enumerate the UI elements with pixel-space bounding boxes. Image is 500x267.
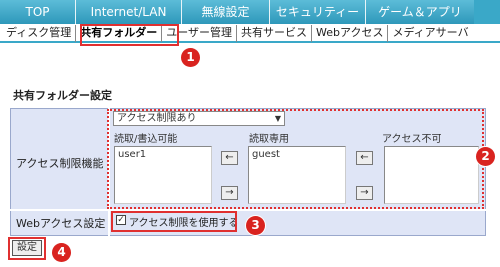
panel-divider-horizontal (10, 209, 486, 211)
nav-internet-lan[interactable]: Internet/LAN (76, 0, 182, 24)
badge-1: 1 (181, 48, 200, 67)
nav-security[interactable]: セキュリティー (270, 0, 366, 24)
nav-game-apps[interactable]: ゲーム＆アプリ (366, 0, 474, 24)
highlight-shared-folder-tab (80, 24, 179, 46)
nav-wireless[interactable]: 無線設定 (182, 0, 270, 24)
top-nav: TOP Internet/LAN 無線設定 セキュリティー ゲーム＆アプリ (0, 0, 500, 24)
nav-top[interactable]: TOP (0, 0, 76, 24)
highlight-web-access-checkbox (111, 211, 237, 232)
tab-share-service[interactable]: 共有サービス (237, 25, 313, 42)
sub-nav: ディスク管理 共有フォルダー ユーザー管理 共有サービス Webアクセス メディ… (0, 25, 500, 43)
tab-web-access[interactable]: Webアクセス (312, 25, 389, 42)
tab-disk[interactable]: ディスク管理 (0, 25, 77, 42)
web-access-label: Webアクセス設定 (16, 217, 106, 230)
badge-4: 4 (52, 243, 71, 262)
highlight-access-area (107, 109, 484, 209)
page-title: 共有フォルダー設定 (13, 89, 112, 102)
badge-2: 2 (476, 147, 495, 166)
badge-3: 3 (246, 216, 265, 235)
highlight-submit-button (8, 237, 46, 260)
tab-media-server[interactable]: メディアサーバ (388, 25, 472, 42)
access-restriction-label: アクセス制限機能 (16, 157, 104, 170)
